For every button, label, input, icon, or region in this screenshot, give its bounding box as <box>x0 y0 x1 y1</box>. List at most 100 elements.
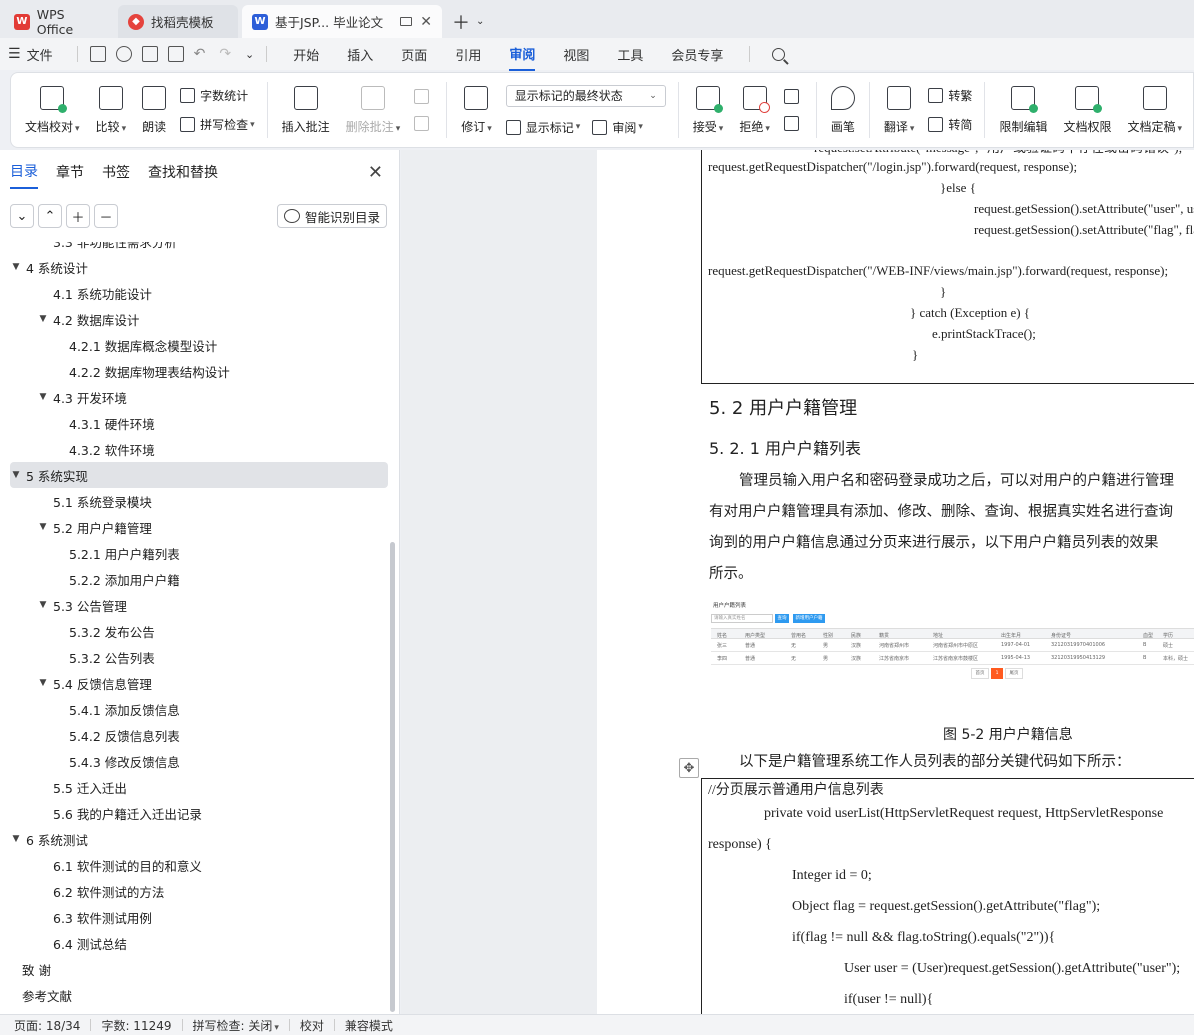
proofread-status[interactable]: 校对 <box>300 1017 324 1034</box>
toc-item[interactable]: 4.3.1 硬件环境 <box>10 410 388 436</box>
search-icon[interactable] <box>772 47 786 61</box>
toc-item[interactable]: ▼ 4.3 开发环境 <box>10 384 388 410</box>
collapse-arrow-icon[interactable]: ▼ <box>10 834 22 844</box>
ink-button[interactable]: 画笔 <box>830 85 855 135</box>
word-count-button[interactable]: 字数统计 <box>180 87 255 104</box>
doc-finalize-button[interactable]: 文档定稿 ▾ <box>1127 85 1182 135</box>
toc-item[interactable]: 6.1 软件测试的目的和意义 <box>10 852 388 878</box>
remove-heading-icon[interactable]: － <box>94 204 118 228</box>
track-changes-button[interactable]: 修订 ▾ <box>461 85 492 135</box>
toc-item[interactable]: 5.6 我的户籍迁入迁出记录 <box>10 800 388 826</box>
tab-bookmarks[interactable]: 书签 <box>102 156 130 188</box>
toc-item[interactable]: 6.4 测试总结 <box>10 930 388 956</box>
tab-references[interactable]: 引用 <box>455 39 481 70</box>
tab-member[interactable]: 会员专享 <box>671 39 723 70</box>
toc-item[interactable]: 5.5 迁入迁出 <box>10 774 388 800</box>
add-heading-icon[interactable]: ＋ <box>66 204 90 228</box>
restrict-edit-button[interactable]: 限制编辑 <box>999 85 1047 135</box>
file-menu[interactable]: ☰ 文件 <box>8 45 53 64</box>
toc-item[interactable]: 5.2.2 添加用户户籍 <box>10 566 388 592</box>
tab-toc[interactable]: 目录 <box>10 155 38 189</box>
spell-check-status[interactable]: 拼写检查: 关闭 ▾ <box>193 1017 279 1034</box>
collapse-arrow-icon[interactable]: ▼ <box>37 600 49 610</box>
toc-item[interactable]: ▼ 4 系统设计 <box>10 254 388 280</box>
doc-permission-button[interactable]: 文档权限 <box>1063 85 1111 135</box>
doc-check-button[interactable]: 文档校对 ▾ <box>25 85 80 135</box>
toc-item[interactable]: ▼ 5 系统实现 <box>10 462 388 488</box>
tab-home[interactable]: 开始 <box>293 39 319 70</box>
show-markup-button[interactable]: 显示标记 <box>526 119 574 136</box>
redo-icon[interactable]: ↷ <box>219 46 231 62</box>
read-aloud-button[interactable]: 朗读 <box>142 85 166 135</box>
scrollbar[interactable] <box>390 542 395 1012</box>
toc-item[interactable]: 5.3.2 公告列表 <box>10 644 388 670</box>
translate-button[interactable]: 翻译 ▾ <box>884 85 914 135</box>
prev-comment-button[interactable] <box>414 89 434 104</box>
tab-find-replace[interactable]: 查找和替换 <box>148 156 218 188</box>
reject-button[interactable]: 拒绝 ▾ <box>739 85 770 135</box>
page-indicator[interactable]: 页面: 18/34 <box>14 1017 80 1034</box>
ai-toc-button[interactable]: 智能识别目录 <box>276 204 387 228</box>
collapse-up-icon[interactable]: ⌃ <box>38 204 62 228</box>
toc-item[interactable]: 6.2 软件测试的方法 <box>10 878 388 904</box>
collapse-arrow-icon[interactable]: ▼ <box>37 678 49 688</box>
toc-item[interactable]: 4.3.2 软件环境 <box>10 436 388 462</box>
toc-item[interactable]: 5.4.2 反馈信息列表 <box>10 722 388 748</box>
close-tab-icon[interactable]: ✕ <box>420 14 432 30</box>
collapse-arrow-icon[interactable]: ▼ <box>37 392 49 402</box>
markup-state-dropdown[interactable]: 显示标记的最终状态 ⌄ <box>505 84 666 107</box>
toc-item[interactable]: ▼ 4.2 数据库设计 <box>10 306 388 332</box>
toc-item[interactable]: 4.2.1 数据库概念模型设计 <box>10 332 388 358</box>
undo-icon[interactable]: ↶ <box>194 46 206 62</box>
toc-item[interactable]: 致 谢 <box>10 956 388 982</box>
expand-down-icon[interactable]: ⌄ <box>10 204 34 228</box>
next-comment-button[interactable] <box>414 116 434 131</box>
print-icon[interactable] <box>141 46 158 62</box>
delete-comment-button[interactable]: 删除批注 ▾ <box>346 85 400 135</box>
toc-item[interactable]: 3.3 非功能性需求分析 <box>10 242 388 254</box>
toc-item[interactable]: 4.2.2 数据库物理表结构设计 <box>10 358 388 384</box>
collapse-arrow-icon[interactable]: ▼ <box>37 314 49 324</box>
toc-item[interactable]: 5.2.1 用户户籍列表 <box>10 540 388 566</box>
to-simplified-button[interactable]: 转简 <box>928 116 972 133</box>
toc-item[interactable]: 5.1 系统登录模块 <box>10 488 388 514</box>
spell-check-button[interactable]: 拼写检查 ▾ <box>180 116 255 133</box>
print-preview-icon[interactable] <box>167 46 184 62</box>
tab-docer-templates[interactable]: ◆ 找稻壳模板 <box>118 5 238 38</box>
table-move-handle-icon[interactable]: ✥ <box>679 758 699 778</box>
compare-button[interactable]: 比较 ▾ <box>96 85 126 135</box>
tab-review[interactable]: 审阅 <box>509 38 536 71</box>
prev-change-button[interactable] <box>783 89 804 104</box>
tab-document[interactable]: W 基于JSP... 毕业论文 ✕ <box>242 5 442 38</box>
share-icon[interactable] <box>115 46 132 62</box>
word-count-indicator[interactable]: 字数: 11249 <box>101 1017 171 1034</box>
tab-view[interactable]: 视图 <box>563 39 589 70</box>
next-change-button[interactable] <box>783 116 804 131</box>
tab-tools[interactable]: 工具 <box>617 39 643 70</box>
toc-item[interactable]: 参考文献 <box>10 982 388 1008</box>
tab-insert[interactable]: 插入 <box>347 39 373 70</box>
collapse-arrow-icon[interactable]: ▼ <box>10 262 22 272</box>
toc-item[interactable]: 5.4.3 修改反馈信息 <box>10 748 388 774</box>
to-traditional-button[interactable]: 转繁 <box>928 87 972 104</box>
toc-item[interactable]: 5.3.2 发布公告 <box>10 618 388 644</box>
tab-chapters[interactable]: 章节 <box>56 156 84 188</box>
new-tab-button[interactable]: ＋ ⌄ <box>446 5 490 38</box>
collapse-arrow-icon[interactable]: ▼ <box>37 522 49 532</box>
monitor-icon[interactable] <box>400 17 413 26</box>
insert-comment-button[interactable]: 插入批注 <box>282 85 330 135</box>
collapse-arrow-icon[interactable]: ▼ <box>10 470 22 480</box>
toc-item[interactable]: 4.1 系统功能设计 <box>10 280 388 306</box>
review-pane-button[interactable]: 审阅 <box>612 119 636 136</box>
toc-item[interactable]: 6.3 软件测试用例 <box>10 904 388 930</box>
toc-item[interactable]: ▼ 5.4 反馈信息管理 <box>10 670 388 696</box>
close-pane-icon[interactable]: ✕ <box>368 162 383 183</box>
more-chevron-icon[interactable]: ⌄ <box>245 48 254 61</box>
tab-wps-office[interactable]: W WPS Office <box>4 5 114 38</box>
tab-page[interactable]: 页面 <box>401 39 427 70</box>
toc-item[interactable]: ▼ 6 系统测试 <box>10 826 388 852</box>
toc-item[interactable]: ▼ 5.3 公告管理 <box>10 592 388 618</box>
accept-button[interactable]: 接受 ▾ <box>693 85 723 135</box>
toc-item[interactable]: ▼ 5.2 用户户籍管理 <box>10 514 388 540</box>
toc-item[interactable]: 5.4.1 添加反馈信息 <box>10 696 388 722</box>
